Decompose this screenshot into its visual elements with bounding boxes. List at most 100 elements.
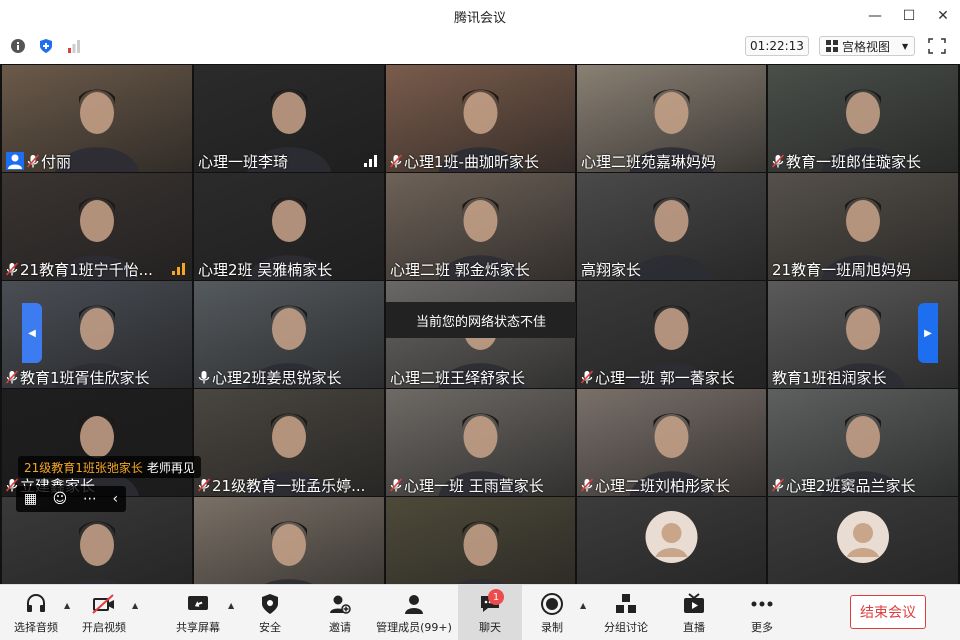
participant-name-label: 心理一班 郭一萫家长 — [577, 366, 739, 388]
fullscreen-icon[interactable] — [928, 38, 946, 54]
record-options-chevron-icon[interactable]: ▲ — [580, 601, 586, 610]
participant-tile[interactable]: 心理2班 吴雅楠家长 — [194, 173, 384, 280]
participant-name: 心理二班王绎舒家长 — [390, 368, 526, 387]
participant-name: 21教育一班周旭妈妈 — [772, 260, 912, 279]
audio-options-chevron-icon[interactable]: ▲ — [64, 601, 70, 610]
chat-quick-tools: ▦ ☺ ⋯ ‹ — [16, 486, 126, 512]
participant-name-label: 付丽 — [2, 150, 75, 172]
participant-name-label: 教育1班祖润家长 — [768, 366, 891, 388]
title-bar: 腾讯会议 — ☐ ✕ — [0, 0, 960, 32]
invite-button[interactable]: 邀请 — [318, 585, 362, 640]
record-icon — [540, 592, 564, 616]
security-shield-icon — [258, 592, 282, 616]
more-label: 更多 — [751, 620, 773, 634]
participant-name: 心理一班李琦 — [198, 152, 289, 171]
more-dots-icon — [750, 592, 774, 616]
participant-tile[interactable]: 高翔家长 — [577, 173, 766, 280]
participant-name: 心理1班-曲珈昕家长 — [404, 152, 539, 171]
video-off-icon — [92, 592, 116, 616]
end-meeting-button[interactable]: 结束会议 — [850, 595, 926, 629]
participant-tile[interactable]: 教育一班郎佳璇家长 — [768, 65, 958, 172]
chat-icon[interactable]: ⋯ — [83, 491, 97, 507]
invite-label: 邀请 — [329, 620, 351, 634]
record-label: 录制 — [541, 620, 563, 634]
participant-name-label: 心理二班王绎舒家长 — [386, 366, 529, 388]
participant-name-label: 21教育一班周旭妈妈 — [768, 258, 915, 280]
participant-name: 心理二班苑嘉琳妈妈 — [581, 152, 717, 171]
live-stream-label: 直播 — [683, 620, 705, 634]
close-icon[interactable]: ✕ — [926, 0, 960, 32]
video-button[interactable]: 开启视频 — [78, 585, 130, 640]
meeting-timer: 01:22:13 — [745, 36, 809, 56]
participant-name: 心理一班 王雨萱家长 — [404, 476, 544, 495]
participant-tile[interactable]: 21级教育一班孟乐婷... — [194, 389, 384, 496]
signal-bars-icon — [364, 155, 378, 167]
emoji-icon[interactable]: ☺ — [53, 491, 68, 507]
security-button[interactable]: 安全 — [248, 585, 292, 640]
audio-label: 选择音频 — [14, 620, 58, 634]
more-button[interactable]: 更多 — [740, 585, 784, 640]
share-screen-label: 共享屏幕 — [176, 620, 220, 634]
participant-name-label: 21级教育一班孟乐婷... — [194, 474, 369, 496]
participant-name-label: 高翔家长 — [577, 258, 645, 280]
participant-name: 心理2班窦品兰家长 — [786, 476, 916, 495]
video-label: 开启视频 — [82, 620, 126, 634]
share-options-chevron-icon[interactable]: ▲ — [228, 601, 234, 610]
live-stream-button[interactable]: 直播 — [672, 585, 716, 640]
chevron-down-icon: ▼ — [902, 41, 909, 51]
signal-strength-icon[interactable] — [64, 36, 84, 56]
participant-name-label: 心理二班苑嘉琳妈妈 — [577, 150, 720, 172]
members-icon — [402, 592, 426, 616]
share-screen-button[interactable]: 共享屏幕 — [170, 585, 226, 640]
participant-tile[interactable]: 心理二班刘柏彤家长 — [577, 389, 766, 496]
maximize-icon[interactable]: ☐ — [892, 0, 926, 32]
participant-tile[interactable]: 心理1班-曲珈昕家长 — [386, 65, 575, 172]
audio-button[interactable]: 选择音频 — [10, 585, 62, 640]
participant-name: 心理二班刘柏彤家长 — [595, 476, 731, 495]
participant-name: 心理2班姜思锐家长 — [212, 368, 342, 387]
mic-muted-icon — [6, 370, 18, 384]
participant-tile[interactable]: 心理2班姜思锐家长 — [194, 281, 384, 388]
participant-tile[interactable]: 心理一班李琦 — [194, 65, 384, 172]
next-page-button[interactable]: ▶ — [918, 303, 938, 363]
breakout-rooms-label: 分组讨论 — [604, 620, 648, 634]
signal-bars-icon — [172, 263, 186, 275]
window-title: 腾讯会议 — [453, 10, 506, 26]
participant-tile[interactable]: 付丽 — [2, 65, 192, 172]
view-mode-button[interactable]: 宫格视图 ▼ — [819, 36, 915, 56]
participant-tile[interactable]: 心理二班苑嘉琳妈妈 — [577, 65, 766, 172]
mic-muted-icon — [198, 478, 210, 492]
previous-page-button[interactable]: ◀ — [22, 303, 42, 363]
participant-tile[interactable]: 心理2班窦品兰家长 — [768, 389, 958, 496]
participant-name: 21级教育一班孟乐婷... — [212, 476, 366, 495]
manage-members-button[interactable]: 管理成员(99+) — [374, 585, 454, 640]
shield-icon[interactable] — [36, 36, 56, 56]
participant-tile[interactable]: 心理二班 郭金烁家长 — [386, 173, 575, 280]
minimize-icon[interactable]: — — [858, 0, 892, 32]
chat-message-popup: 21级教育1班张弛家长 老师再见 — [18, 456, 201, 478]
record-button[interactable]: 录制 — [530, 585, 574, 640]
participant-tile[interactable]: 心理一班 郭一萫家长 — [577, 281, 766, 388]
apps-icon[interactable]: ▦ — [24, 491, 37, 507]
info-icon[interactable] — [8, 36, 28, 56]
participant-name-label: 心理1班-曲珈昕家长 — [386, 150, 543, 172]
chat-button[interactable]: 聊天 1 — [458, 585, 522, 640]
invite-user-icon — [328, 592, 352, 616]
chat-sender: 21级教育1班张弛家长 — [24, 460, 143, 475]
mic-muted-icon — [6, 262, 18, 276]
live-stream-icon — [682, 592, 706, 616]
collapse-chevron-icon[interactable]: ‹ — [113, 491, 119, 507]
share-screen-icon — [186, 592, 210, 616]
participant-tile[interactable]: 21教育1班宁千怡... — [2, 173, 192, 280]
breakout-rooms-button[interactable]: 分组讨论 — [598, 585, 654, 640]
bottom-toolbar: 选择音频 ▲ 开启视频 ▲ 共享屏幕 ▲ 安全 邀请 管理成员(99+) 聊天 … — [0, 584, 960, 640]
view-mode-label: 宫格视图 — [842, 39, 891, 54]
chat-label: 聊天 — [479, 620, 501, 634]
participant-tile[interactable]: 21教育一班周旭妈妈 — [768, 173, 958, 280]
participant-tile[interactable]: 心理一班 王雨萱家长 — [386, 389, 575, 496]
participant-tile[interactable]: 立建鑫家长 — [2, 389, 192, 496]
participant-name-label: 教育一班郎佳璇家长 — [768, 150, 925, 172]
chat-message-text: 老师再见 — [146, 460, 195, 475]
video-options-chevron-icon[interactable]: ▲ — [132, 601, 138, 610]
participant-name-label: 心理二班刘柏彤家长 — [577, 474, 734, 496]
